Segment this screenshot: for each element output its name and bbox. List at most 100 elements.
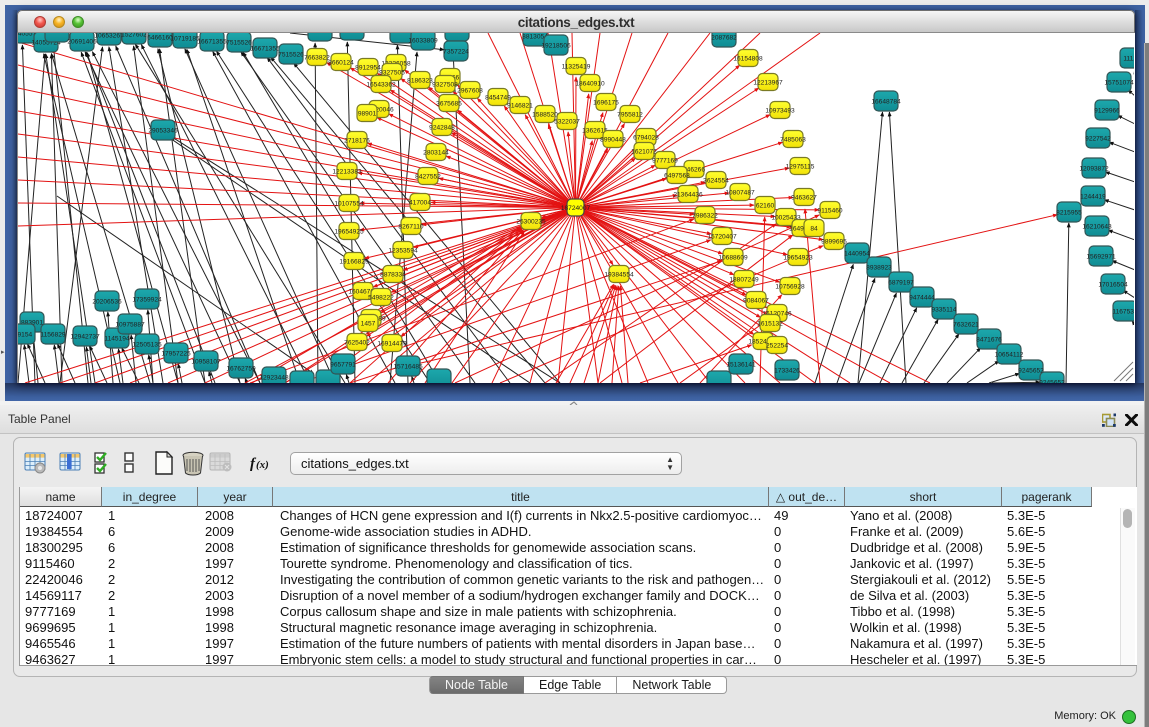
svg-text:29053346: 29053346 xyxy=(148,128,178,135)
svg-text:15692971: 15692971 xyxy=(1086,254,1116,261)
svg-text:12923448: 12923448 xyxy=(259,375,289,382)
svg-text:18640910: 18640910 xyxy=(575,81,605,88)
svg-text:10719185: 10719185 xyxy=(170,36,200,43)
svg-text:15751074: 15751074 xyxy=(1104,80,1134,87)
svg-text:8938923: 8938923 xyxy=(866,265,892,272)
svg-text:1588520: 1588520 xyxy=(532,112,558,119)
svg-text:8878334: 8878334 xyxy=(380,272,406,279)
svg-text:6497568: 6497568 xyxy=(664,173,690,180)
svg-text:16543362: 16543362 xyxy=(366,82,396,89)
svg-text:16210643: 16210643 xyxy=(1082,224,1112,231)
svg-text:9129966: 9129966 xyxy=(1094,108,1120,115)
svg-text:10653267: 10653267 xyxy=(94,33,124,40)
svg-text:39154: 39154 xyxy=(18,332,32,339)
svg-text:16154808: 16154808 xyxy=(733,56,763,63)
svg-text:6879197: 6879197 xyxy=(888,280,914,287)
svg-text:17359924: 17359924 xyxy=(132,297,162,304)
svg-text:9245652: 9245652 xyxy=(1039,380,1065,384)
svg-text:6466160: 6466160 xyxy=(147,35,173,42)
svg-text:8215955: 8215955 xyxy=(1056,210,1082,217)
svg-text:1527602: 1527602 xyxy=(121,33,147,39)
svg-text:9227542: 9227542 xyxy=(1085,136,1111,143)
svg-text:17957225: 17957225 xyxy=(161,351,191,358)
svg-text:12213383: 12213383 xyxy=(332,169,362,176)
svg-text:252254: 252254 xyxy=(766,343,788,350)
svg-text:10807487: 10807487 xyxy=(725,190,755,197)
svg-text:25300235: 25300235 xyxy=(516,219,546,226)
svg-text:12942737: 12942737 xyxy=(70,334,100,341)
svg-text:17016504: 17016504 xyxy=(1098,282,1128,289)
svg-text:9146821: 9146821 xyxy=(507,103,533,110)
svg-text:19166829: 19166829 xyxy=(339,259,369,266)
svg-text:2718176: 2718176 xyxy=(344,138,370,145)
svg-text:20206536: 20206536 xyxy=(92,299,122,306)
svg-text:8471676: 8471676 xyxy=(976,337,1002,344)
svg-text:7357224: 7357224 xyxy=(443,49,469,56)
svg-text:20691406: 20691406 xyxy=(67,39,97,46)
svg-text:1457: 1457 xyxy=(361,321,376,328)
svg-text:8427552: 8427552 xyxy=(415,174,441,181)
svg-text:18807249: 18807249 xyxy=(729,277,759,284)
svg-text:10756928: 10756928 xyxy=(775,284,805,291)
svg-text:9899695: 9899695 xyxy=(821,239,847,246)
svg-text:8912954: 8912954 xyxy=(355,65,381,72)
svg-text:10688609: 10688609 xyxy=(718,255,748,262)
svg-text:12975115: 12975115 xyxy=(786,164,815,171)
svg-text:21364436: 21364436 xyxy=(673,192,703,199)
svg-text:2967608: 2967608 xyxy=(457,88,483,95)
svg-text:12505135: 12505135 xyxy=(132,342,162,349)
svg-text:2803144: 2803144 xyxy=(423,150,449,157)
svg-text:1696175: 1696175 xyxy=(593,100,619,107)
svg-text:16914479: 16914479 xyxy=(377,341,407,348)
svg-text:9115460: 9115460 xyxy=(817,208,843,215)
svg-text:8660124: 8660124 xyxy=(328,60,354,67)
svg-text:5498222: 5498222 xyxy=(368,295,394,302)
svg-text:12213967: 12213967 xyxy=(753,80,783,87)
svg-text:1156829: 1156829 xyxy=(40,332,66,339)
svg-text:(x): (x) xyxy=(256,459,269,471)
svg-text:8267110: 8267110 xyxy=(398,224,424,231)
svg-text:10654112: 10654112 xyxy=(995,352,1024,359)
svg-text:1615132: 1615132 xyxy=(757,321,783,328)
svg-text:7955812: 7955812 xyxy=(617,112,643,119)
svg-text:1244419: 1244419 xyxy=(1080,194,1106,201)
svg-text:6794028: 6794028 xyxy=(633,135,659,142)
svg-text:1440954: 1440954 xyxy=(844,251,870,258)
svg-text:19218506: 19218506 xyxy=(541,43,571,50)
svg-text:84: 84 xyxy=(810,226,818,233)
svg-text:7485063: 7485063 xyxy=(780,137,806,144)
svg-text:7515526: 7515526 xyxy=(226,40,252,47)
svg-text:19654925: 19654925 xyxy=(334,229,364,236)
svg-text:7663822: 7663822 xyxy=(304,55,330,62)
svg-text:7986322: 7986322 xyxy=(692,213,718,220)
svg-text:98901: 98901 xyxy=(358,111,377,118)
svg-text:7515526: 7515526 xyxy=(278,52,304,59)
svg-text:11123: 11123 xyxy=(1123,56,1134,63)
svg-text:9474444: 9474444 xyxy=(909,295,935,302)
svg-text:8454749: 8454749 xyxy=(485,95,511,102)
svg-text:15136141: 15136141 xyxy=(726,362,756,369)
svg-text:16762759: 16762759 xyxy=(226,366,256,373)
svg-text:16033809: 16033809 xyxy=(408,38,438,45)
svg-text:19654923: 19654923 xyxy=(783,255,813,262)
svg-text:7632621: 7632621 xyxy=(953,322,979,329)
svg-text:9245652: 9245652 xyxy=(1018,368,1044,375)
svg-text:16671355: 16671355 xyxy=(250,46,280,53)
svg-text:10975887: 10975887 xyxy=(115,322,145,329)
svg-text:9777169: 9777169 xyxy=(652,158,678,165)
svg-text:12353594: 12353594 xyxy=(388,248,418,255)
svg-text:7625402: 7625402 xyxy=(344,340,370,347)
svg-text:9657791: 9657791 xyxy=(330,362,356,369)
svg-text:12093872: 12093872 xyxy=(1079,166,1109,173)
svg-text:1145194: 1145194 xyxy=(104,336,130,343)
svg-text:3624554: 3624554 xyxy=(703,178,729,185)
svg-text:8990448: 8990448 xyxy=(600,137,626,144)
svg-text:9327508: 9327508 xyxy=(432,82,458,89)
svg-text:15720407: 15720407 xyxy=(707,234,737,241)
svg-text:11325419: 11325419 xyxy=(562,64,591,71)
svg-text:10973493: 10973493 xyxy=(765,108,795,115)
svg-text:18724007: 18724007 xyxy=(561,205,591,212)
svg-text:417004: 417004 xyxy=(409,200,431,207)
svg-text:10107554: 10107554 xyxy=(334,201,364,208)
svg-text:1733426: 1733426 xyxy=(774,368,800,375)
